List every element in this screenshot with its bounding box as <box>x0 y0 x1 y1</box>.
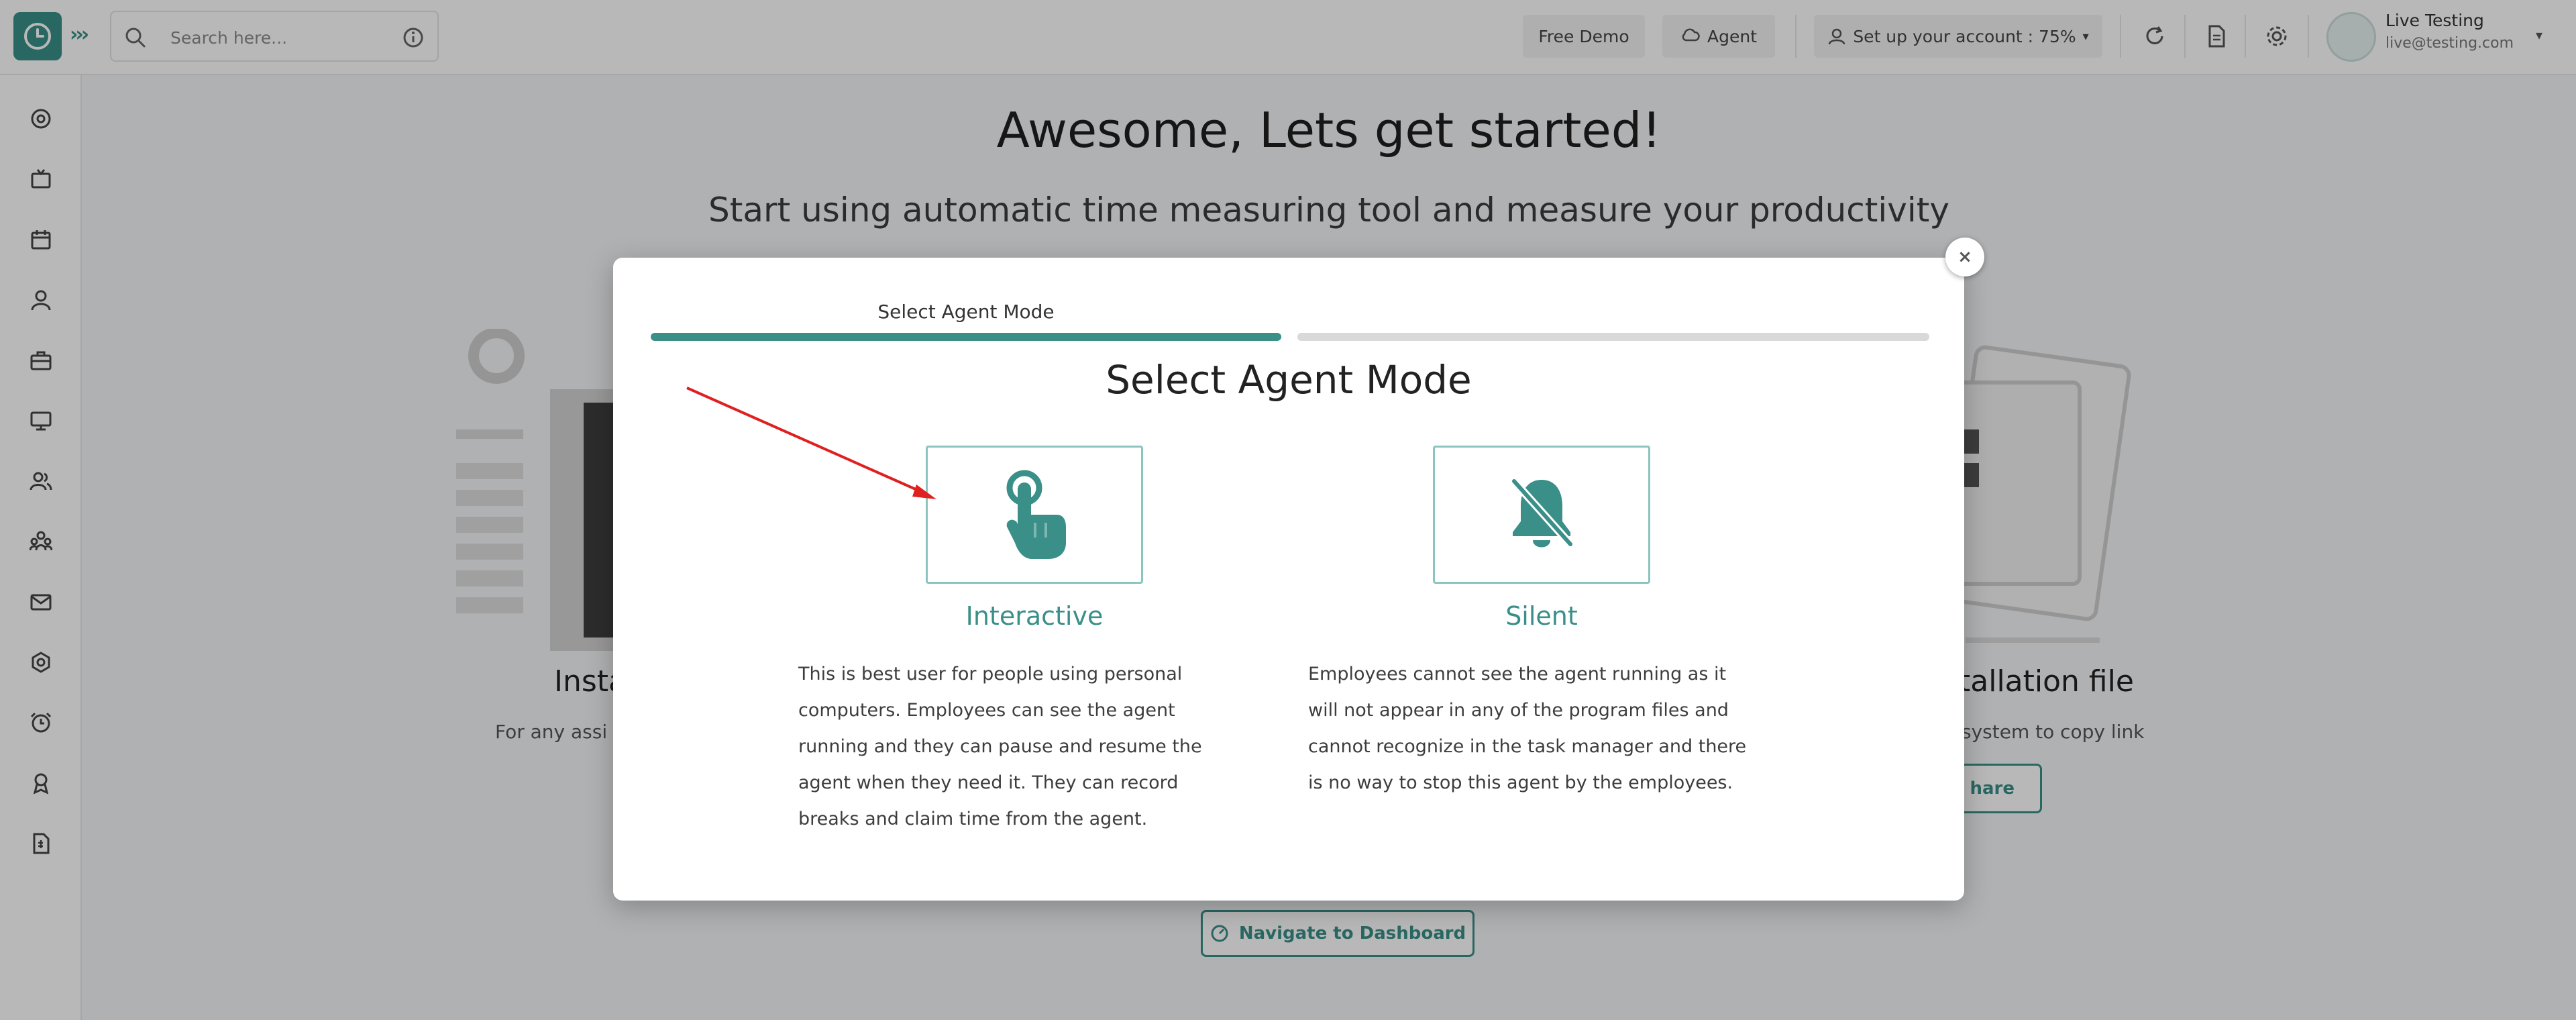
silent-mode-label[interactable]: Silent <box>1433 601 1650 631</box>
silent-mode-card[interactable] <box>1433 446 1650 584</box>
step-label: Select Agent Mode <box>877 301 1055 323</box>
close-icon: × <box>1957 247 1972 267</box>
bell-off-icon <box>1510 477 1574 548</box>
step-progress-inactive <box>1297 333 1929 341</box>
close-modal-button[interactable]: × <box>1945 238 1984 276</box>
interactive-mode-label[interactable]: Interactive <box>926 601 1143 631</box>
interactive-mode-card[interactable] <box>926 446 1143 584</box>
touch-hand-icon <box>1006 470 1066 559</box>
step-progress-active <box>651 333 1281 341</box>
interactive-mode-description: This is best user for people using perso… <box>798 664 1202 829</box>
silent-mode-description: Employees cannot see the agent running a… <box>1308 664 1747 793</box>
agent-mode-modal: Select Agent Mode Select Agent Mode Inte… <box>613 258 1964 901</box>
modal-title: Select Agent Mode <box>1106 357 1472 403</box>
